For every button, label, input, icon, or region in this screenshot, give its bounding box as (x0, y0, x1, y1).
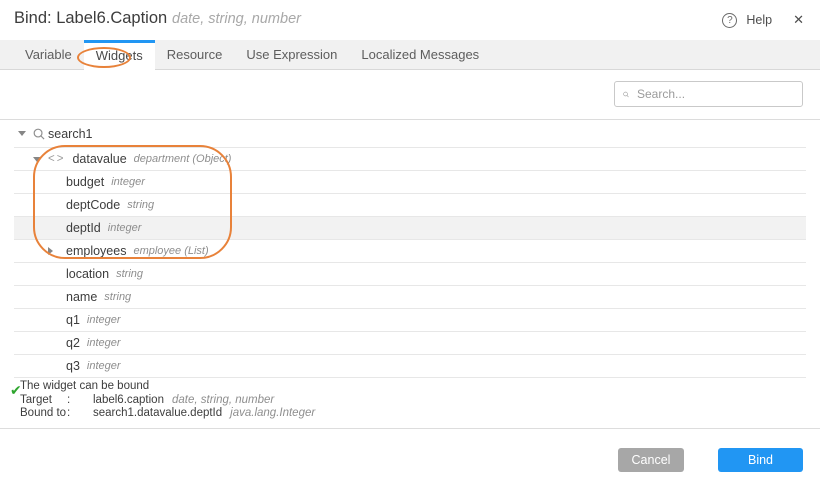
tree-node-label: deptId (66, 221, 101, 235)
code-icon: <> (48, 153, 65, 165)
bind-button[interactable]: Bind (718, 448, 803, 472)
header-actions: ? Help ✕ (722, 0, 804, 40)
binding-tree: search1 <> datavalue department (Object)… (0, 120, 820, 378)
caret-down-icon[interactable] (18, 131, 33, 136)
help-link[interactable]: Help (746, 13, 772, 27)
tree-row-employees[interactable]: employees employee (List) (14, 240, 806, 263)
tree-node-type: integer (111, 176, 145, 188)
search-variable-icon (33, 128, 45, 140)
tree-row-deptid[interactable]: deptId integer (14, 217, 806, 240)
search-section (0, 70, 820, 120)
page-subtitle: date, string, number (172, 11, 301, 27)
tab-widgets[interactable]: Widgets (84, 40, 155, 71)
tree-node-type: string (127, 199, 154, 211)
tree-row-deptcode[interactable]: deptCode string (14, 194, 806, 217)
tree-node-type: employee (List) (133, 245, 208, 257)
bound-to-row: Bound to : search1.datavalue.deptId java… (20, 407, 820, 421)
target-value: label6.caption (93, 394, 164, 408)
caret-right-icon[interactable] (48, 247, 63, 255)
tree-node-type: string (116, 268, 143, 280)
tree-node-type: integer (87, 314, 121, 326)
bound-to-type: java.lang.Integer (230, 407, 315, 421)
tree-row-q2[interactable]: q2 integer (14, 332, 806, 355)
tree-node-type: integer (87, 337, 121, 349)
tree-row-search1[interactable]: search1 (14, 120, 806, 148)
tab-resource[interactable]: Resource (155, 40, 235, 70)
bound-to-label: Bound to (20, 407, 67, 421)
tree-node-label: deptCode (66, 198, 120, 212)
dialog-header: Bind: Label6.Caption date, string, numbe… (0, 0, 820, 40)
tree-node-label: q2 (66, 336, 80, 350)
bind-summary: ✔ The widget can be bound Target : label… (0, 378, 820, 428)
tab-use-expression[interactable]: Use Expression (234, 40, 349, 70)
bind-status-text: The widget can be bound (20, 380, 820, 394)
target-row: Target : label6.caption date, string, nu… (20, 394, 820, 408)
tree-node-type: integer (108, 222, 142, 234)
bound-to-value: search1.datavalue.deptId (93, 407, 222, 421)
tree-row-budget[interactable]: budget integer (14, 171, 806, 194)
tree-node-label: budget (66, 175, 104, 189)
tree-node-label: location (66, 267, 109, 281)
search-icon (623, 88, 629, 101)
tree-node-label: employees (66, 244, 126, 258)
tree-node-label: name (66, 290, 97, 304)
tab-localized-messages[interactable]: Localized Messages (349, 40, 491, 70)
close-icon[interactable]: ✕ (793, 12, 804, 28)
tree-row-location[interactable]: location string (14, 263, 806, 286)
tree-row-datavalue[interactable]: <> datavalue department (Object) (14, 148, 806, 171)
page-title: Bind: Label6.Caption (14, 9, 167, 28)
search-box[interactable] (614, 81, 803, 107)
target-type: date, string, number (172, 394, 274, 408)
footer-bar: Cancel Bind (0, 428, 820, 488)
tree-node-label: datavalue (72, 152, 126, 166)
tab-bar: Variable Widgets Resource Use Expression… (0, 40, 820, 70)
tree-node-type: integer (87, 360, 121, 372)
tree-row-q1[interactable]: q1 integer (14, 309, 806, 332)
tree-node-label: q3 (66, 359, 80, 373)
tree-node-type: string (104, 291, 131, 303)
help-icon[interactable]: ? (722, 13, 737, 28)
cancel-button[interactable]: Cancel (618, 448, 684, 472)
search-input[interactable] (635, 86, 794, 102)
tree-row-q3[interactable]: q3 integer (14, 355, 806, 378)
tree-row-name[interactable]: name string (14, 286, 806, 309)
tree-node-label: q1 (66, 313, 80, 327)
caret-down-icon[interactable] (33, 157, 48, 162)
tab-variable[interactable]: Variable (13, 40, 84, 70)
bind-dialog: Bind: Label6.Caption date, string, numbe… (0, 0, 820, 488)
target-label: Target (20, 394, 67, 408)
tree-node-type: department (Object) (134, 153, 232, 165)
tree-node-label: search1 (48, 127, 92, 141)
